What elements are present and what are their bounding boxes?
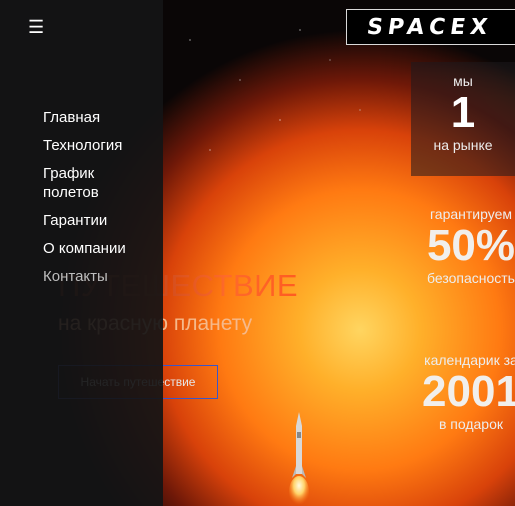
spacex-logo: SPACEX	[365, 15, 494, 40]
nav-item-home[interactable]: Главная	[43, 108, 126, 127]
nav-item-about[interactable]: О компании	[43, 239, 126, 258]
stat-caption-top: календарик за	[424, 352, 515, 368]
nav-list: Главная Технология График полетов Гарант…	[43, 108, 126, 295]
stat-caption-top: гарантируем	[429, 206, 512, 222]
hamburger-icon[interactable]: ☰	[28, 17, 44, 37]
stat-caption-bottom: безопасность	[427, 270, 515, 286]
nav-item-guarantees[interactable]: Гарантии	[43, 211, 126, 230]
rocket-image	[289, 412, 309, 506]
stat-value: 2001	[422, 367, 515, 416]
stat-market: мы 1 на рынке	[411, 62, 515, 176]
logo-link[interactable]: SPACEX	[346, 9, 515, 45]
stat-value: 1	[450, 88, 476, 137]
nav-item-technology[interactable]: Технология	[43, 136, 126, 155]
stat-value: 50%	[426, 221, 515, 270]
sidebar-menu: ☰ Главная Технология График полетов Гара…	[0, 0, 163, 506]
stat-caption-bottom: на рынке	[433, 137, 493, 153]
stat-safety: гарантируем 50% безопасность	[411, 206, 515, 286]
stat-calendar: календарик за 2001 в подарок	[411, 352, 515, 432]
nav-item-contacts[interactable]: Контакты	[43, 267, 126, 286]
stat-caption-bottom: в подарок	[438, 416, 504, 432]
hero-page: ПУТЕШЕСТВИЕ на красную планету Начать пу…	[0, 0, 515, 506]
stat-caption-top: мы	[453, 73, 473, 89]
nav-item-schedule[interactable]: График полетов	[43, 164, 123, 202]
